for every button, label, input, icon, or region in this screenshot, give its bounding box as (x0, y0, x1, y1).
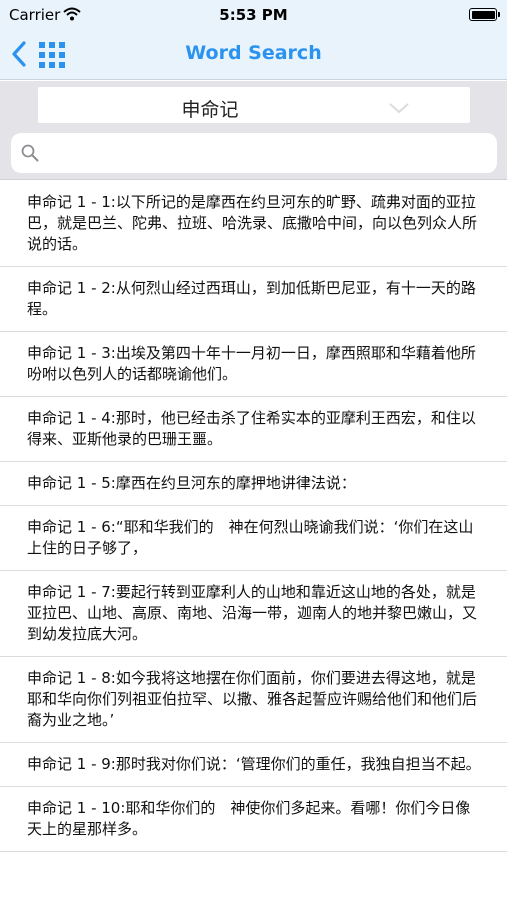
list-item[interactable]: 申命记 1 - 10:耶和华你们的 神使你们多起来。看哪！你们今日像天上的星那样… (0, 787, 507, 852)
search-bar (0, 127, 507, 180)
verse-text: 申命记 1 - 9:那时我对你们说：‘管理你们的重任，我独自担当不起。 (27, 755, 481, 773)
verse-text: 申命记 1 - 2:从何烈山经过西珥山，到加低斯巴尼亚，有十一天的路程。 (27, 279, 476, 318)
list-item[interactable]: 申命记 1 - 4:那时，他已经击杀了住希实本的亚摩利王西宏，和住以得来、亚斯他… (0, 397, 507, 462)
chevron-down-icon (388, 99, 410, 118)
search-box[interactable] (11, 133, 497, 173)
book-select-label: 申命记 (181, 99, 239, 121)
nav-bar: Word Search (0, 30, 507, 80)
battery-icon (469, 8, 500, 21)
verse-text: 申命记 1 - 4:那时，他已经击杀了住希实本的亚摩利王西宏，和住以得来、亚斯他… (27, 409, 476, 448)
list-item[interactable]: 申命记 1 - 7:要起行转到亚摩利人的山地和靠近这山地的各处，就是亚拉巴、山地… (0, 571, 507, 657)
list-item[interactable]: 申命记 1 - 9:那时我对你们说：‘管理你们的重任，我独自担当不起。 (0, 743, 507, 787)
book-select[interactable]: 申命记 (38, 87, 470, 123)
verse-text: 申命记 1 - 10:耶和华你们的 神使你们多起来。看哪！你们今日像天上的星那样… (27, 799, 471, 838)
list-item[interactable]: 申命记 1 - 2:从何烈山经过西珥山，到加低斯巴尼亚，有十一天的路程。 (0, 267, 507, 332)
verse-text: 申命记 1 - 6:“耶和华我们的 神在何烈山晓谕我们说：‘你们在这山上住的日子… (27, 518, 474, 557)
search-icon (21, 144, 39, 166)
status-time: 5:53 PM (219, 6, 288, 24)
search-input[interactable] (45, 137, 485, 169)
list-item[interactable]: 申命记 1 - 1:以下所记的是摩西在约旦河东的旷野、疏弗对面的亚拉巴，就是巴兰… (0, 181, 507, 267)
verse-text: 申命记 1 - 7:要起行转到亚摩利人的山地和靠近这山地的各处，就是亚拉巴、山地… (27, 583, 478, 643)
list-item[interactable]: 申命记 1 - 8:如今我将这地摆在你们面前，你们要进去得这地，就是耶和华向你们… (0, 657, 507, 743)
list-item[interactable]: 申命记 1 - 5:摩西在约旦河东的摩押地讲律法说： (0, 462, 507, 506)
verse-text: 申命记 1 - 5:摩西在约旦河东的摩押地讲律法说： (27, 474, 356, 492)
list-item[interactable]: 申命记 1 - 6:“耶和华我们的 神在何烈山晓谕我们说：‘你们在这山上住的日子… (0, 506, 507, 571)
verse-text: 申命记 1 - 1:以下所记的是摩西在约旦河东的旷野、疏弗对面的亚拉巴，就是巴兰… (27, 193, 478, 253)
status-bar: Carrier 5:53 PM (0, 0, 507, 30)
verse-text: 申命记 1 - 3:出埃及第四十年十一月初一日，摩西照耶和华藉着他所吩咐以色列人… (27, 344, 476, 383)
page-title: Word Search (185, 42, 322, 64)
book-selector-bar: 申命记 (0, 81, 507, 127)
list-item[interactable]: 申命记 1 - 3:出埃及第四十年十一月初一日，摩西照耶和华藉着他所吩咐以色列人… (0, 332, 507, 397)
verse-text: 申命记 1 - 8:如今我将这地摆在你们面前，你们要进去得这地，就是耶和华向你们… (27, 669, 478, 729)
verse-list: 申命记 1 - 1:以下所记的是摩西在约旦河东的旷野、疏弗对面的亚拉巴，就是巴兰… (0, 181, 507, 852)
